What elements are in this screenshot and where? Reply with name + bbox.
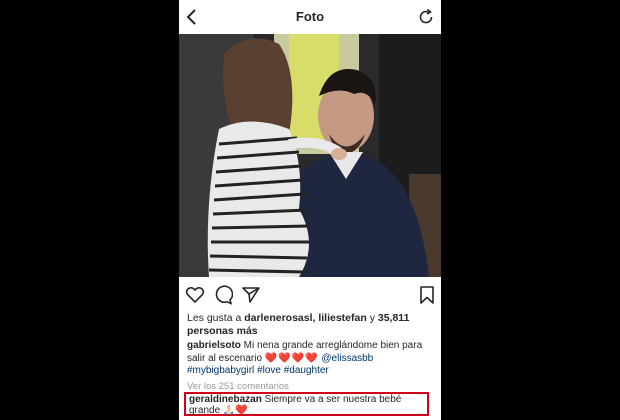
likes-summary[interactable]: Les gusta a darlenerosasl, liliestefan y… <box>187 312 435 338</box>
post-caption: gabrielsoto Mi nena grande arreglándome … <box>187 340 437 378</box>
heart-outline-icon[interactable] <box>185 285 205 305</box>
paper-plane-icon[interactable] <box>241 285 261 305</box>
likes-suffix[interactable]: personas más <box>187 325 258 337</box>
caption-hearts: ❤️❤️❤️❤️ <box>264 352 319 364</box>
caption-hashtags[interactable]: #mybigbabygirl #love #daughter <box>187 365 329 376</box>
likes-connector: y <box>366 312 378 324</box>
highlighted-comment: geraldinebazan Siempre va a ser nuestra … <box>184 392 429 416</box>
caption-mention[interactable]: @elissasbb <box>321 353 373 364</box>
refresh-icon[interactable] <box>417 8 435 26</box>
bookmark-icon[interactable] <box>417 285 437 305</box>
instagram-post-screen: Foto Les gusta a darlenerosasl, lilieste… <box>179 0 441 420</box>
comment-emoji: 🙏🏻❤️ <box>222 404 248 416</box>
likes-prefix: Les gusta a <box>187 312 245 324</box>
view-all-comments-link[interactable]: Ver los 251 comentarios <box>187 381 289 392</box>
likes-count[interactable]: 35,811 <box>378 312 410 324</box>
comment-username[interactable]: geraldinebazan <box>189 394 262 405</box>
post-photo[interactable] <box>179 34 441 277</box>
page-title: Foto <box>295 9 325 24</box>
likes-users[interactable]: darlenerosasl, liliestefan <box>244 312 367 324</box>
speech-bubble-icon[interactable] <box>213 285 234 305</box>
caption-username[interactable]: gabrielsoto <box>187 340 241 351</box>
top-bar: Foto <box>179 0 441 35</box>
action-bar <box>179 279 441 313</box>
